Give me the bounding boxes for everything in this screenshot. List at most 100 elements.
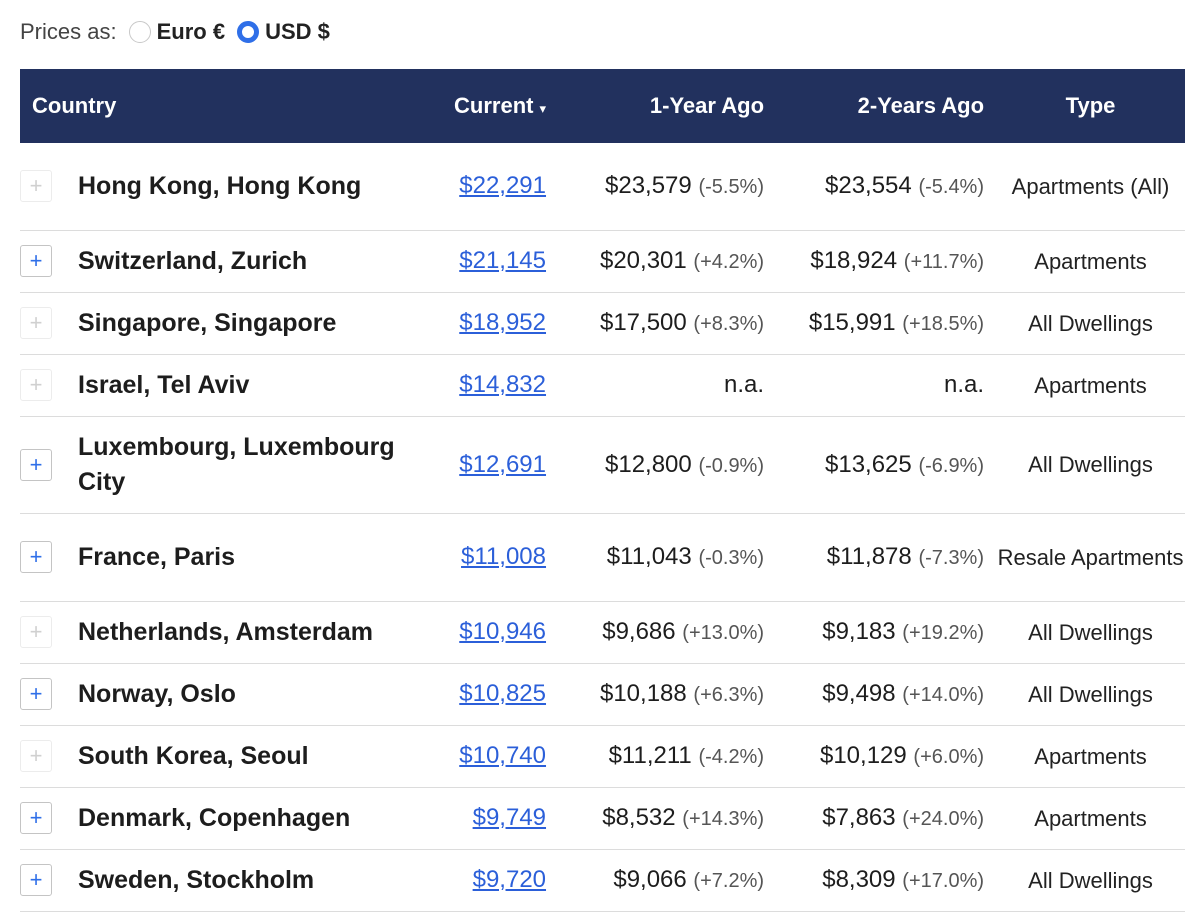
current-price-link[interactable]: $10,740 <box>459 742 546 769</box>
expand-plus-icon: + <box>20 307 52 339</box>
year2-change: (+14.0%) <box>902 684 985 706</box>
table-row: + France, Paris $11,008 $11,043 (-0.3%) $11,… <box>20 513 1186 602</box>
country-cell: Sweden, Stockholm <box>78 849 427 912</box>
year2-price: $7,863 <box>822 804 896 831</box>
type-cell: All Dwellings <box>996 416 1186 514</box>
type-cell: Apartments <box>996 230 1186 293</box>
table-row: + Hong Kong, Hong Kong $22,291 $23,579 (-5.… <box>20 143 1186 231</box>
header-current[interactable]: Current ▾ <box>426 69 557 143</box>
currency-selector: Prices as: Euro € USD $ <box>20 14 342 50</box>
header-type[interactable]: Type <box>996 69 1186 143</box>
year2-change: (+24.0%) <box>902 808 985 830</box>
current-price-link[interactable]: $22,291 <box>459 172 546 199</box>
year1-price: $10,188 <box>599 680 687 707</box>
year1-price: $8,532 <box>602 804 676 831</box>
country-cell: South Korea, Seoul <box>78 725 427 788</box>
year1-price: $20,301 <box>599 247 687 274</box>
expand-plus-icon[interactable]: + <box>20 802 52 834</box>
table-row: + Sweden, Stockholm $9,720 $9,066 (+7.2%) $8… <box>20 849 1186 912</box>
table-row: + Netherlands, Amsterdam $10,946 $9,686 (+1… <box>20 601 1186 664</box>
year2-change: (+19.2%) <box>902 622 985 644</box>
current-price-link[interactable]: $18,952 <box>459 309 546 336</box>
country-cell: Netherlands, Amsterdam <box>78 601 427 664</box>
type-cell: Apartments (All) <box>996 143 1186 231</box>
year1-change: (+4.2%) <box>693 251 765 273</box>
current-price-link[interactable]: $12,691 <box>459 451 546 478</box>
currency-option-usd[interactable]: USD $ <box>237 19 342 45</box>
current-price-link[interactable]: $9,749 <box>473 804 546 831</box>
year1-change: (-4.2%) <box>698 746 765 768</box>
country-cell: Singapore, Singapore <box>78 292 427 355</box>
year2-change: (+17.0%) <box>902 870 985 892</box>
year1-price: $23,579 <box>605 172 692 200</box>
current-price-link[interactable]: $21,145 <box>459 247 546 274</box>
price-table: Country Current ▾ 1-Year Ago 2-Years Ago … <box>20 69 1186 912</box>
expand-plus-icon[interactable]: + <box>20 678 52 710</box>
year2-change: (-7.3%) <box>918 547 985 569</box>
expand-plus-icon[interactable]: + <box>20 245 52 277</box>
year2-price: $13,625 <box>825 450 912 478</box>
current-price-link[interactable]: $10,946 <box>459 618 546 645</box>
country-cell: France, Paris <box>78 513 427 602</box>
usd-radio[interactable] <box>237 21 260 43</box>
year2-price: $8,309 <box>822 866 896 893</box>
table-row: + Israel, Tel Aviv $14,832 n.a. n.a. Apartm… <box>20 354 1186 417</box>
year2-price: $9,498 <box>822 680 896 707</box>
year2-price: $9,183 <box>822 618 896 645</box>
year2-change: (+6.0%) <box>913 746 985 768</box>
expand-plus-icon: + <box>20 616 52 648</box>
year2-change: (+11.7%) <box>903 251 985 273</box>
year1-price: $12,800 <box>605 450 692 478</box>
currency-label: Prices as: <box>20 19 117 44</box>
year1-price: $11,043 <box>606 543 692 570</box>
type-cell: Apartments <box>996 354 1186 417</box>
year2-price: $11,878 <box>826 543 912 570</box>
country-cell: Switzerland, Zurich <box>78 230 427 293</box>
current-price-link[interactable]: $14,832 <box>459 371 546 398</box>
table-row: + Luxembourg, Luxembourg City $12,691 $12,8… <box>20 416 1186 514</box>
table-row: + Denmark, Copenhagen $9,749 $8,532 (+14.3%… <box>20 787 1186 850</box>
year1-change: (+14.3%) <box>682 808 765 830</box>
euro-radio-label: Euro € <box>156 19 226 44</box>
expand-plus-icon: + <box>20 740 52 772</box>
year1-price: $17,500 <box>599 309 687 336</box>
expand-plus-icon[interactable]: + <box>20 541 52 573</box>
current-price-link[interactable]: $9,720 <box>473 866 546 893</box>
year2-change: (+18.5%) <box>902 313 985 335</box>
country-cell: Israel, Tel Aviv <box>78 354 427 417</box>
country-cell: Norway, Oslo <box>78 663 427 726</box>
expand-plus-icon[interactable]: + <box>20 864 52 896</box>
header-1-year-ago[interactable]: 1-Year Ago <box>556 69 777 143</box>
type-cell: Apartments <box>996 725 1186 788</box>
type-cell: Resale Apartments <box>996 513 1186 602</box>
year1-change: (+13.0%) <box>682 622 765 644</box>
type-cell: All Dwellings <box>996 601 1186 664</box>
type-cell: Apartments <box>996 787 1186 850</box>
country-cell: Denmark, Copenhagen <box>78 787 427 850</box>
type-cell: All Dwellings <box>996 663 1186 726</box>
year1-change: (-0.3%) <box>698 547 765 569</box>
euro-radio[interactable] <box>128 21 151 43</box>
current-price-link[interactable]: $10,825 <box>459 680 546 707</box>
table-header-row: Country Current ▾ 1-Year Ago 2-Years Ago … <box>20 69 1186 143</box>
expand-plus-icon: + <box>20 369 52 401</box>
current-price-link[interactable]: $11,008 <box>461 543 546 570</box>
country-cell: Luxembourg, Luxembourg City <box>78 416 427 514</box>
header-2-years-ago[interactable]: 2-Years Ago <box>776 69 997 143</box>
table-row: + South Korea, Seoul $10,740 $11,211 (-4.2%… <box>20 725 1186 788</box>
year1-price: $9,686 <box>602 618 676 645</box>
type-cell: All Dwellings <box>996 292 1186 355</box>
usd-radio-label: USD $ <box>265 19 330 44</box>
year1-change: (-0.9%) <box>698 454 765 477</box>
sort-desc-icon: ▾ <box>539 101 547 116</box>
header-country[interactable]: Country <box>20 69 427 143</box>
year1-change: (+7.2%) <box>693 870 765 892</box>
year2-price: n.a. <box>943 371 985 398</box>
expand-plus-icon[interactable]: + <box>20 448 52 481</box>
year2-change: (-6.9%) <box>918 454 985 477</box>
currency-option-euro[interactable]: Euro € <box>128 19 237 45</box>
year2-price: $23,554 <box>825 172 912 200</box>
type-cell: All Dwellings <box>996 849 1186 912</box>
year1-change: (-5.5%) <box>698 176 765 199</box>
year1-change: (+8.3%) <box>693 313 765 335</box>
